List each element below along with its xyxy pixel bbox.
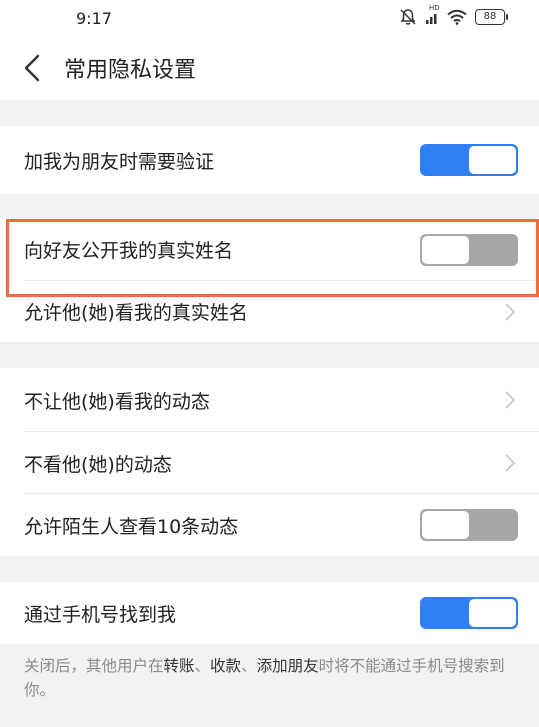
signal-icon: HD bbox=[425, 4, 440, 25]
note-link-add-friend[interactable]: 添加朋友 bbox=[257, 657, 319, 675]
note-link-transfer[interactable]: 转账 bbox=[164, 657, 195, 675]
status-bar: 9:17 HD 88 bbox=[0, 0, 539, 38]
section-friend-verify: 加我为朋友时需要验证 bbox=[0, 126, 539, 194]
wifi-icon bbox=[447, 9, 467, 25]
battery-icon: 88 bbox=[475, 9, 508, 25]
section-moments: 不让他(她)看我的动态 不看他(她)的动态 允许陌生人查看10条动态 bbox=[0, 368, 539, 556]
chevron-right-icon bbox=[503, 390, 517, 410]
setting-row-verify-friend: 加我为朋友时需要验证 bbox=[0, 126, 539, 194]
status-time: 9:17 bbox=[76, 9, 112, 28]
section-gap bbox=[0, 194, 539, 218]
stranger-view-toggle[interactable] bbox=[420, 509, 518, 541]
setting-label: 允许他(她)看我的真实姓名 bbox=[24, 302, 248, 324]
setting-row-hide-my-moments[interactable]: 不让他(她)看我的动态 bbox=[0, 368, 539, 432]
status-icons: HD 88 bbox=[399, 4, 508, 26]
setting-row-stranger-view-10: 允许陌生人查看10条动态 bbox=[0, 494, 539, 556]
page-title: 常用隐私设置 bbox=[64, 58, 197, 83]
note-text: 关闭后，其他用户在 bbox=[24, 657, 164, 675]
nav-bar: 常用隐私设置 bbox=[0, 38, 539, 100]
toggle-knob bbox=[422, 511, 469, 539]
toggle-knob bbox=[469, 146, 516, 174]
section-gap bbox=[0, 342, 539, 368]
setting-row-show-real-name: 向好友公开我的真实姓名 bbox=[0, 218, 539, 281]
setting-label: 不让他(她)看我的动态 bbox=[24, 390, 210, 413]
toggle-knob bbox=[422, 235, 469, 264]
chevron-right-icon bbox=[503, 302, 517, 322]
note-link-receive[interactable]: 收款 bbox=[210, 657, 241, 675]
verify-friend-toggle[interactable] bbox=[420, 144, 518, 176]
toggle-knob bbox=[469, 599, 516, 627]
section-phone: 通过手机号找到我 bbox=[0, 582, 539, 644]
setting-row-allow-view-real-name[interactable]: 允许他(她)看我的真实姓名 bbox=[0, 281, 539, 342]
chevron-right-icon bbox=[503, 453, 517, 473]
note-separator: 、 bbox=[241, 657, 257, 675]
show-real-name-toggle[interactable] bbox=[420, 233, 518, 266]
bell-muted-icon bbox=[399, 8, 417, 26]
section-real-name: 向好友公开我的真实姓名 允许他(她)看我的真实姓名 bbox=[0, 218, 539, 342]
setting-label: 不看他(她)的动态 bbox=[24, 453, 172, 476]
note-separator: 、 bbox=[194, 657, 211, 675]
hd-label: HD bbox=[429, 4, 440, 12]
section-gap bbox=[0, 556, 539, 582]
phone-search-note: 关闭后，其他用户在转账、收款、添加朋友时将不能通过手机号搜索到你。 bbox=[0, 644, 539, 702]
setting-row-hide-their-moments[interactable]: 不看他(她)的动态 bbox=[0, 432, 539, 494]
back-arrow-icon[interactable] bbox=[18, 52, 48, 84]
setting-row-find-by-phone: 通过手机号找到我 bbox=[0, 582, 539, 644]
find-by-phone-toggle[interactable] bbox=[420, 597, 518, 629]
section-gap bbox=[0, 100, 539, 126]
